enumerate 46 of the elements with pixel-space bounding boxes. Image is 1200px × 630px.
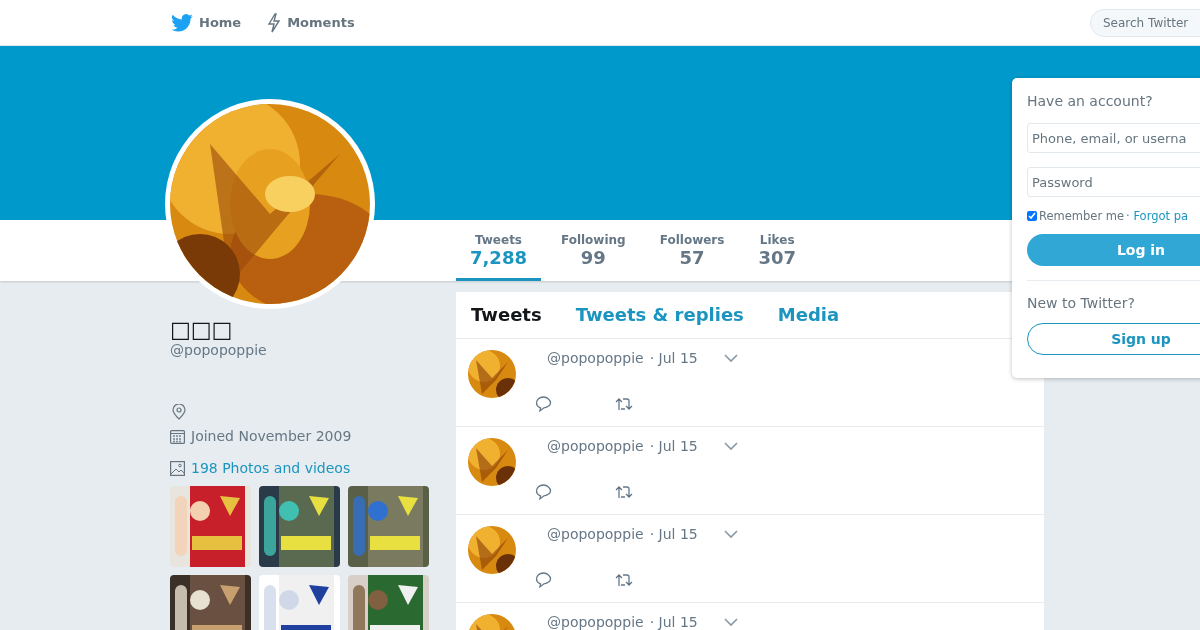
stat-tab[interactable]: Tweets 7,288 xyxy=(456,220,541,281)
signup-button[interactable]: Sign up xyxy=(1027,323,1200,355)
remember-checkbox[interactable] xyxy=(1027,211,1037,221)
image-icon xyxy=(170,460,185,476)
bird-icon xyxy=(171,13,193,32)
retweet-icon[interactable] xyxy=(615,485,633,499)
forgot-password-link[interactable]: · Forgot pa xyxy=(1126,209,1188,223)
profile-handle: @popopoppie xyxy=(170,342,268,358)
tweet-handle[interactable]: @popopoppie xyxy=(547,350,644,366)
stat-tab[interactable]: Likes 307 xyxy=(744,220,810,281)
location-icon xyxy=(172,404,186,420)
signup-prompt: New to Twitter? xyxy=(1027,295,1136,311)
retweet-icon[interactable] xyxy=(615,397,633,411)
join-date: Joined November 2009 xyxy=(191,428,352,444)
remember-label: Remember me xyxy=(1039,209,1125,223)
tweet-time[interactable]: · Jul 15 xyxy=(649,350,698,366)
tweet-time[interactable]: · Jul 15 xyxy=(649,438,698,454)
reply-icon[interactable] xyxy=(535,396,552,412)
profile-name: □□□ xyxy=(170,317,234,342)
retweet-icon[interactable] xyxy=(615,573,633,587)
reply-icon[interactable] xyxy=(535,572,552,588)
photos-link[interactable]: 198 Photos and videos xyxy=(191,460,351,476)
tweet-handle[interactable]: @popopoppie xyxy=(547,614,644,630)
username-field[interactable]: Phone, email, or userna xyxy=(1027,123,1200,153)
tweet-time[interactable]: · Jul 15 xyxy=(649,526,698,542)
stat-tab[interactable]: Following 99 xyxy=(546,220,640,281)
search-field[interactable]: Search Twitter xyxy=(1090,8,1200,37)
nav-link[interactable]: Home xyxy=(171,12,242,33)
calendar-icon xyxy=(170,428,185,444)
lightning-icon xyxy=(267,12,282,33)
password-field[interactable]: Password xyxy=(1027,167,1200,197)
login-button[interactable]: Log in xyxy=(1027,234,1200,266)
reply-icon[interactable] xyxy=(535,484,552,500)
login-title: Have an account? xyxy=(1027,93,1154,109)
timeline-tab[interactable]: Tweets xyxy=(471,304,542,326)
timeline-tab[interactable]: Media xyxy=(777,304,840,326)
stat-tab[interactable]: Followers 57 xyxy=(645,220,739,281)
caret-icon[interactable] xyxy=(723,441,738,451)
tweet-time[interactable]: · Jul 15 xyxy=(649,614,698,630)
caret-icon[interactable] xyxy=(723,353,738,363)
caret-icon[interactable] xyxy=(723,529,738,539)
tweet-handle[interactable]: @popopoppie xyxy=(547,526,644,542)
nav-link[interactable]: Moments xyxy=(267,12,355,33)
caret-icon[interactable] xyxy=(723,617,738,627)
timeline-tab[interactable]: Tweets & replies xyxy=(575,304,744,326)
tweet-handle[interactable]: @popopoppie xyxy=(547,438,644,454)
